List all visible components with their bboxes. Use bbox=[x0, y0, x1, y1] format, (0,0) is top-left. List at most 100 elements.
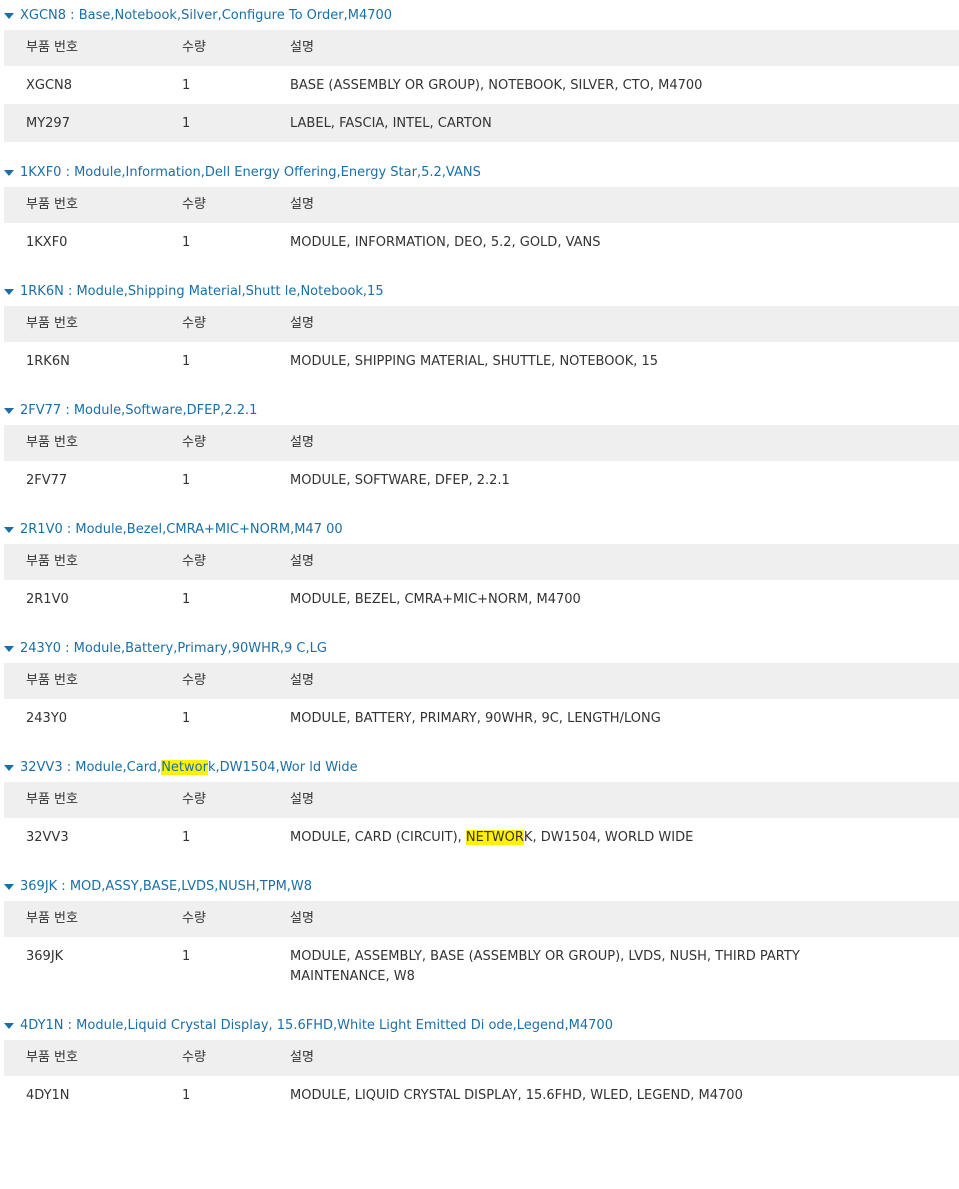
caret-down-icon bbox=[4, 1022, 14, 1029]
quantity: 1 bbox=[182, 473, 191, 488]
section-title-part: 32VV3 : Module,Card, bbox=[20, 759, 162, 775]
description-part: K, DW1504, WORLD WIDE bbox=[523, 830, 694, 845]
column-header-qty: 수량 bbox=[182, 435, 206, 450]
column-header-desc: 설명 bbox=[290, 1050, 314, 1065]
parts-table: 부품 번호 수량 설명 369JK 1 MODULE, ASSEMBLY, BA… bbox=[4, 901, 959, 995]
parts-section: XGCN8 : Base,Notebook,Silver,Configure T… bbox=[0, 0, 959, 157]
column-header-qty: 수량 bbox=[182, 40, 206, 55]
table-header-row: 부품 번호 수량 설명 bbox=[4, 663, 959, 699]
section-toggle[interactable]: 243Y0 : Module,Battery,Primary,90WHR,9 C… bbox=[0, 633, 959, 663]
section-title: 243Y0 : Module,Battery,Primary,90WHR,9 C… bbox=[20, 640, 327, 656]
description: MODULE, INFORMATION, DEO, 5.2, GOLD, VAN… bbox=[290, 235, 601, 250]
caret-down-icon bbox=[4, 526, 14, 533]
column-header-desc: 설명 bbox=[290, 554, 314, 569]
column-header-desc: 설명 bbox=[290, 911, 314, 926]
section-toggle[interactable]: 4DY1N : Module,Liquid Crystal Display, 1… bbox=[0, 1010, 959, 1040]
column-header-qty: 수량 bbox=[182, 554, 206, 569]
description: MODULE, BEZEL, CMRA+MIC+NORM, M4700 bbox=[290, 592, 581, 607]
part-number: XGCN8 bbox=[26, 78, 73, 93]
column-header-part: 부품 번호 bbox=[26, 554, 78, 569]
part-number: MY297 bbox=[26, 116, 70, 131]
parts-table: 부품 번호 수량 설명 2FV77 1 MODULE, SOFTWARE, DF… bbox=[4, 425, 959, 499]
quantity: 1 bbox=[182, 949, 191, 964]
parts-section: 243Y0 : Module,Battery,Primary,90WHR,9 C… bbox=[0, 633, 959, 752]
column-header-desc: 설명 bbox=[290, 197, 314, 212]
column-header-part: 부품 번호 bbox=[26, 435, 78, 450]
section-toggle[interactable]: XGCN8 : Base,Notebook,Silver,Configure T… bbox=[0, 0, 959, 30]
part-number: 2R1V0 bbox=[26, 592, 69, 607]
quantity: 1 bbox=[182, 711, 191, 726]
table-row: MY297 1 LABEL, FASCIA, INTEL, CARTON bbox=[4, 104, 959, 142]
section-toggle[interactable]: 369JK : MOD,ASSY,BASE,LVDS,NUSH,TPM,W8 bbox=[0, 871, 959, 901]
caret-down-icon bbox=[4, 12, 14, 19]
description: MODULE, CARD (CIRCUIT), NETWORK, DW1504,… bbox=[290, 828, 959, 848]
caret-down-icon bbox=[4, 288, 14, 295]
table-row: 243Y0 1 MODULE, BATTERY, PRIMARY, 90WHR,… bbox=[4, 699, 959, 737]
section-toggle[interactable]: 1KXF0 : Module,Information,Dell Energy O… bbox=[0, 157, 959, 187]
parts-table: 부품 번호 수량 설명 1KXF0 1 MODULE, INFORMATION,… bbox=[4, 187, 959, 261]
column-header-part: 부품 번호 bbox=[26, 316, 78, 331]
column-header-desc: 설명 bbox=[290, 40, 314, 55]
section-toggle[interactable]: 2FV77 : Module,Software,DFEP,2.2.1 bbox=[0, 395, 959, 425]
column-header-part: 부품 번호 bbox=[26, 911, 78, 926]
table-row: 1KXF0 1 MODULE, INFORMATION, DEO, 5.2, G… bbox=[4, 223, 959, 261]
search-highlight: Networ bbox=[161, 759, 208, 775]
table-header-row: 부품 번호 수량 설명 bbox=[4, 901, 959, 937]
section-title: 2R1V0 : Module,Bezel,CMRA+MIC+NORM,M47 0… bbox=[20, 521, 343, 537]
part-number: 2FV77 bbox=[26, 473, 68, 488]
parts-section: 1KXF0 : Module,Information,Dell Energy O… bbox=[0, 157, 959, 276]
table-row: 4DY1N 1 MODULE, LIQUID CRYSTAL DISPLAY, … bbox=[4, 1076, 959, 1114]
parts-table: 부품 번호 수량 설명 243Y0 1 MODULE, BATTERY, PRI… bbox=[4, 663, 959, 737]
part-number: 1KXF0 bbox=[26, 235, 68, 250]
column-header-desc: 설명 bbox=[290, 673, 314, 688]
column-header-qty: 수량 bbox=[182, 911, 206, 926]
column-header-qty: 수량 bbox=[182, 1050, 206, 1065]
table-header-row: 부품 번호 수량 설명 bbox=[4, 1040, 959, 1076]
table-row: XGCN8 1 BASE (ASSEMBLY OR GROUP), NOTEBO… bbox=[4, 66, 959, 104]
section-title: 1KXF0 : Module,Information,Dell Energy O… bbox=[20, 164, 481, 180]
parts-table: 부품 번호 수량 설명 XGCN8 1 BASE (ASSEMBLY OR GR… bbox=[4, 30, 959, 142]
description: MODULE, SOFTWARE, DFEP, 2.2.1 bbox=[290, 473, 510, 488]
section-title-part: k,DW1504,Wor ld Wide bbox=[207, 759, 358, 775]
column-header-qty: 수량 bbox=[182, 316, 206, 331]
column-header-part: 부품 번호 bbox=[26, 673, 78, 688]
column-header-qty: 수량 bbox=[182, 792, 206, 807]
section-toggle[interactable]: 32VV3 : Module,Card,Network,DW1504,Wor l… bbox=[0, 752, 959, 782]
description: LABEL, FASCIA, INTEL, CARTON bbox=[290, 116, 492, 131]
quantity: 1 bbox=[182, 78, 191, 93]
section-title: 32VV3 : Module,Card,Network,DW1504,Wor l… bbox=[20, 759, 358, 775]
column-header-desc: 설명 bbox=[290, 316, 314, 331]
parts-section: 369JK : MOD,ASSY,BASE,LVDS,NUSH,TPM,W8 부… bbox=[0, 871, 959, 1010]
table-header-row: 부품 번호 수량 설명 bbox=[4, 782, 959, 818]
column-header-part: 부품 번호 bbox=[26, 792, 78, 807]
parts-table: 부품 번호 수량 설명 32VV3 1 MODULE, CARD (CIRCUI… bbox=[4, 782, 959, 856]
column-header-desc: 설명 bbox=[290, 792, 314, 807]
column-header-part: 부품 번호 bbox=[26, 197, 78, 212]
table-header-row: 부품 번호 수량 설명 bbox=[4, 544, 959, 580]
search-highlight: NETWOR bbox=[465, 830, 524, 845]
caret-down-icon bbox=[4, 764, 14, 771]
description: MODULE, BATTERY, PRIMARY, 90WHR, 9C, LEN… bbox=[290, 711, 661, 726]
parts-table: 부품 번호 수량 설명 1RK6N 1 MODULE, SHIPPING MAT… bbox=[4, 306, 959, 380]
caret-down-icon bbox=[4, 883, 14, 890]
table-header-row: 부품 번호 수량 설명 bbox=[4, 306, 959, 342]
parts-table: 부품 번호 수량 설명 2R1V0 1 MODULE, BEZEL, CMRA+… bbox=[4, 544, 959, 618]
caret-down-icon bbox=[4, 169, 14, 176]
table-header-row: 부품 번호 수량 설명 bbox=[4, 187, 959, 223]
section-title: 369JK : MOD,ASSY,BASE,LVDS,NUSH,TPM,W8 bbox=[20, 878, 313, 894]
parts-section: 2R1V0 : Module,Bezel,CMRA+MIC+NORM,M47 0… bbox=[0, 514, 959, 633]
caret-down-icon bbox=[4, 407, 14, 414]
column-header-qty: 수량 bbox=[182, 673, 206, 688]
section-toggle[interactable]: 2R1V0 : Module,Bezel,CMRA+MIC+NORM,M47 0… bbox=[0, 514, 959, 544]
parts-section: 1RK6N : Module,Shipping Material,Shutt l… bbox=[0, 276, 959, 395]
table-row: 2R1V0 1 MODULE, BEZEL, CMRA+MIC+NORM, M4… bbox=[4, 580, 959, 618]
quantity: 1 bbox=[182, 1088, 191, 1103]
section-toggle[interactable]: 1RK6N : Module,Shipping Material,Shutt l… bbox=[0, 276, 959, 306]
column-header-qty: 수량 bbox=[182, 197, 206, 212]
parts-section: 4DY1N : Module,Liquid Crystal Display, 1… bbox=[0, 1010, 959, 1114]
description: MODULE, LIQUID CRYSTAL DISPLAY, 15.6FHD,… bbox=[290, 1088, 743, 1103]
column-header-desc: 설명 bbox=[290, 435, 314, 450]
description: MODULE, ASSEMBLY, BASE (ASSEMBLY OR GROU… bbox=[290, 949, 800, 984]
table-header-row: 부품 번호 수량 설명 bbox=[4, 30, 959, 66]
table-row: 32VV3 1 MODULE, CARD (CIRCUIT), NETWORK,… bbox=[4, 818, 959, 856]
